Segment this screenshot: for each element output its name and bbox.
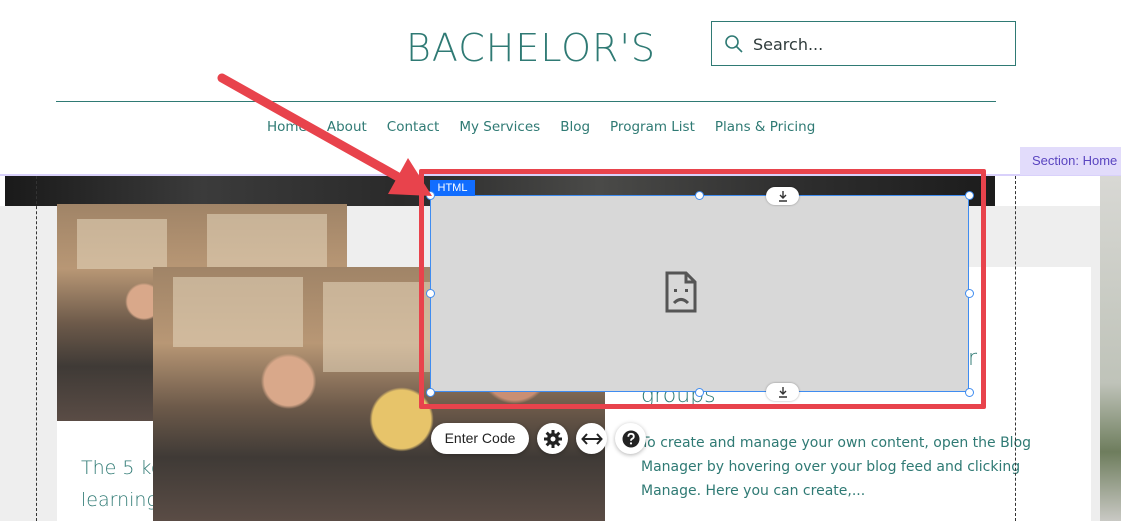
top-anchor-button[interactable] <box>766 187 799 205</box>
annotation-arrow <box>217 73 432 196</box>
enter-code-button[interactable]: Enter Code <box>431 423 529 454</box>
help-icon <box>622 430 639 447</box>
download-anchor-icon <box>778 387 787 398</box>
blog-card-left-title: The 5 ke learning <box>81 452 153 516</box>
settings-button[interactable] <box>537 423 568 454</box>
search-input[interactable]: Search... <box>753 35 823 54</box>
annotation-highlight-box <box>419 169 986 409</box>
blog-card-left-title-line2: learning <box>81 489 153 511</box>
resize-handle-bottom[interactable] <box>695 388 704 397</box>
search-box[interactable]: Search... <box>711 21 1016 66</box>
background-plant-image <box>1100 176 1121 521</box>
header-divider <box>56 101 996 102</box>
search-icon <box>725 35 743 53</box>
stretch-button[interactable] <box>576 423 607 454</box>
resize-handle-bottom-left[interactable] <box>426 388 435 397</box>
grid-guide-left <box>36 176 37 521</box>
resize-handle-top[interactable] <box>695 191 704 200</box>
site-header: BACHELOR'S Search... Home About Contact … <box>0 0 1121 176</box>
nav-item-my-services[interactable]: My Services <box>459 119 540 135</box>
nav-item-blog[interactable]: Blog <box>560 119 590 135</box>
grid-guide-right <box>1015 176 1016 521</box>
bottom-anchor-button[interactable] <box>766 383 799 401</box>
blog-card-left-title-line1: The 5 ke <box>81 457 153 479</box>
nav-item-program-list[interactable]: Program List <box>610 119 695 135</box>
section-tag[interactable]: Section: Home <box>1020 147 1121 175</box>
download-anchor-icon <box>778 191 787 202</box>
stretch-horizontal-icon <box>580 432 603 445</box>
blog-card-excerpt: To create and manage your own content, o… <box>641 435 1032 499</box>
help-button[interactable] <box>615 423 646 454</box>
gear-icon <box>543 429 562 448</box>
nav-item-plans-pricing[interactable]: Plans & Pricing <box>715 119 815 135</box>
resize-handle-top-right[interactable] <box>965 191 974 200</box>
resize-handle-left[interactable] <box>426 289 435 298</box>
site-title[interactable]: BACHELOR'S <box>406 26 656 70</box>
resize-handle-right[interactable] <box>965 289 974 298</box>
resize-handle-bottom-right[interactable] <box>965 388 974 397</box>
